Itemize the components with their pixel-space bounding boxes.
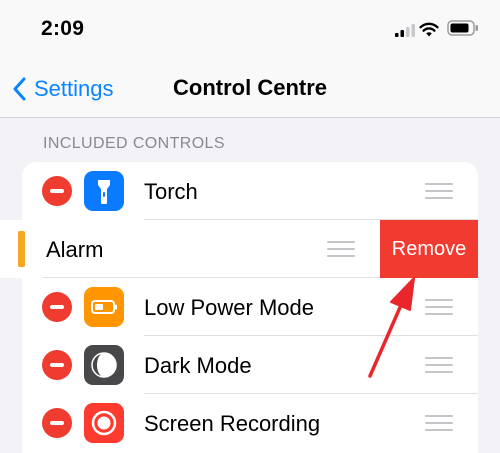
list-item-screen-recording: Screen Recording (22, 394, 478, 452)
reorder-handle-icon[interactable] (327, 241, 355, 257)
wifi-icon (419, 21, 439, 42)
list-item-label: Low Power Mode (144, 295, 314, 320)
remove-minus-button[interactable] (42, 176, 72, 206)
status-time: 2:09 (41, 17, 85, 40)
dark-mode-icon (84, 345, 124, 385)
reorder-handle-icon[interactable] (425, 415, 453, 431)
battery-status-icon (447, 20, 479, 41)
list-item-label: Dark Mode (144, 353, 252, 378)
reorder-handle-icon[interactable] (425, 357, 453, 373)
status-bar: 2:09 (0, 0, 500, 62)
record-icon (84, 403, 124, 443)
list-item-label: Torch (144, 179, 198, 204)
cellular-signal-icon (395, 24, 415, 42)
list-item-low-power-mode: Low Power Mode (22, 278, 478, 336)
page-title: Control Centre (173, 75, 327, 100)
torch-icon (84, 171, 124, 211)
list-item-dark-mode: Dark Mode (22, 336, 478, 394)
list-item-label: Screen Recording (144, 411, 321, 436)
row-divider (43, 277, 380, 278)
remove-minus-button[interactable] (42, 408, 72, 438)
reorder-handle-icon[interactable] (425, 299, 453, 315)
alarm-icon (18, 231, 25, 267)
list-item-label: Alarm (46, 237, 104, 262)
navigation-bar: Settings Control Centre (0, 62, 500, 118)
section-header: INCLUDED CONTROLS (43, 135, 225, 152)
remove-minus-button[interactable] (42, 292, 72, 322)
remove-minus-button[interactable] (42, 350, 72, 380)
battery-icon (84, 287, 124, 327)
controls-list: Torch Low Power Mode Dark Mode Screen Re… (22, 162, 478, 453)
list-item-torch: Torch (22, 162, 478, 220)
reorder-handle-icon[interactable] (425, 183, 453, 199)
remove-button[interactable]: Remove (380, 220, 478, 278)
